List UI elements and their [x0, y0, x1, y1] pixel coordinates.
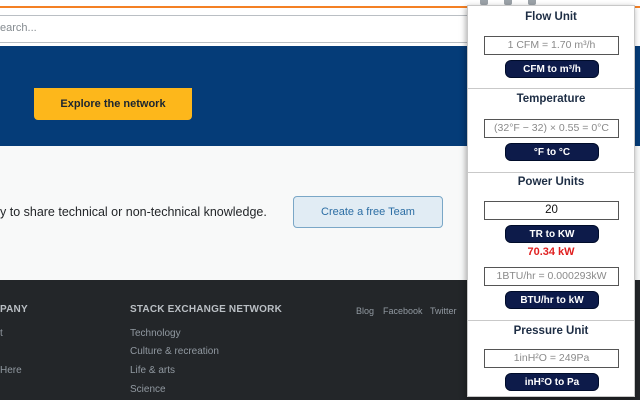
flow-unit-title: Flow Unit [525, 11, 577, 23]
footer-network-link-science[interactable]: Science [130, 384, 166, 395]
footer-social-facebook[interactable]: Facebook [383, 306, 423, 316]
flow-unit-section: Flow Unit 1 CFM = 1.70 m³/h CFM to m³/h [468, 6, 634, 89]
footer-social-blog[interactable]: Blog [356, 306, 374, 316]
search-placeholder: earch... [0, 22, 37, 34]
temperature-formula-field[interactable]: (32°F − 32) × 0.55 = 0°C [484, 119, 619, 138]
pressure-unit-section: Pressure Unit 1inH²O = 249Pa inH²O to Pa [468, 321, 634, 397]
f-to-c-button[interactable]: °F to °C [505, 143, 599, 161]
explore-network-button[interactable]: Explore the network [34, 88, 192, 120]
footer-company-heading: PANY [0, 304, 28, 315]
pressure-formula-field[interactable]: 1inH²O = 249Pa [484, 349, 619, 368]
temperature-section: Temperature (32°F − 32) × 0.55 = 0°C °F … [468, 89, 634, 173]
footer-company-link[interactable]: Here [0, 365, 22, 376]
footer-company-link[interactable]: t [0, 328, 3, 339]
power-units-section: Power Units 20 TR to KW 70.34 kW 1BTU/hr… [468, 173, 634, 321]
inh2o-to-pa-button[interactable]: inH²O to Pa [505, 373, 599, 391]
footer-network-link-technology[interactable]: Technology [130, 328, 181, 339]
power-result: 70.34 kW [527, 246, 575, 258]
footer-network-heading: STACK EXCHANGE NETWORK [130, 304, 282, 315]
flow-formula-field[interactable]: 1 CFM = 1.70 m³/h [484, 36, 619, 55]
footer-social-twitter[interactable]: Twitter [430, 306, 457, 316]
pressure-unit-title: Pressure Unit [513, 325, 589, 337]
power-units-title: Power Units [517, 176, 585, 188]
btu-to-kw-button[interactable]: BTU/hr to kW [505, 291, 599, 309]
teams-description: y to share technical or non-technical kn… [0, 205, 267, 219]
footer-network-link-culture[interactable]: Culture & recreation [130, 346, 219, 357]
unit-converter-popup: Flow Unit 1 CFM = 1.70 m³/h CFM to m³/h … [467, 5, 635, 397]
create-team-button[interactable]: Create a free Team [293, 196, 443, 228]
footer-network-link-life-arts[interactable]: Life & arts [130, 365, 175, 376]
tr-to-kw-button[interactable]: TR to KW [505, 225, 599, 243]
search-input[interactable]: earch... [0, 15, 500, 43]
btu-formula-field[interactable]: 1BTU/hr = 0.000293kW [484, 267, 619, 286]
cfm-to-m3h-button[interactable]: CFM to m³/h [505, 60, 599, 78]
power-value-input[interactable]: 20 [484, 201, 619, 220]
temperature-title: Temperature [516, 93, 586, 105]
